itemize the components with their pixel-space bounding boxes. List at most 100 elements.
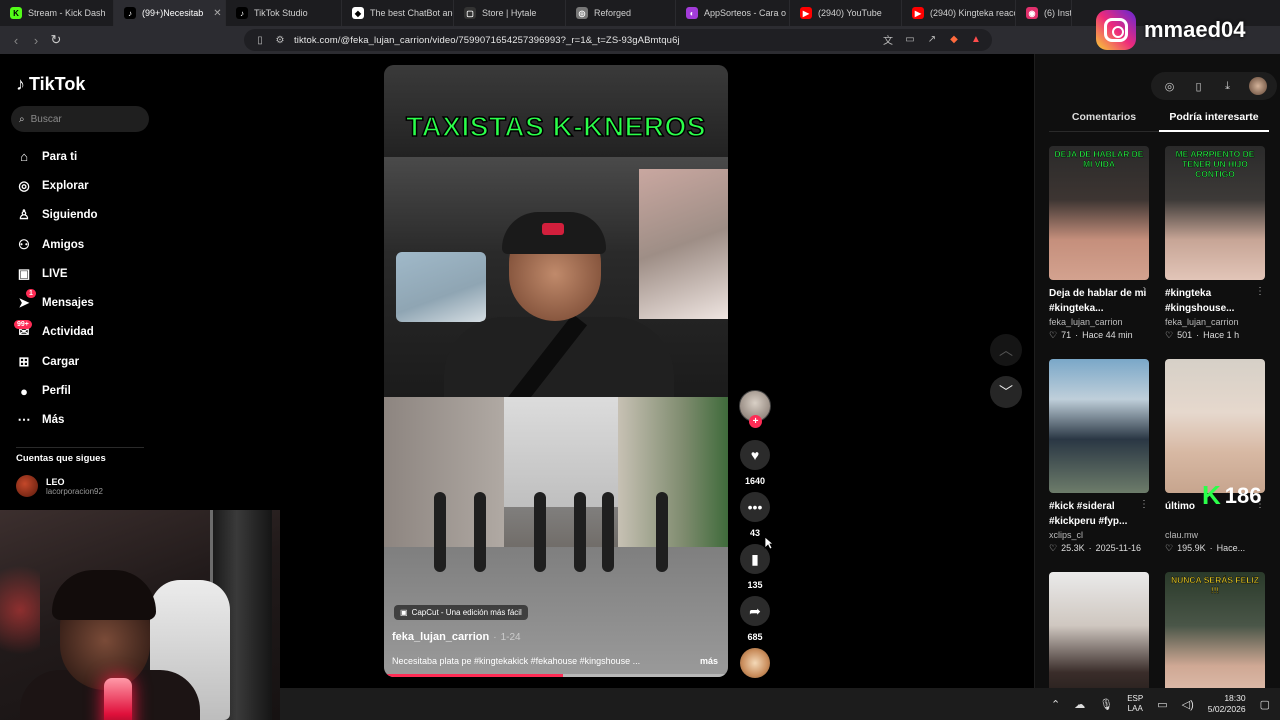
video-progress-fill [384, 674, 563, 677]
share-button[interactable]: ➦ [740, 596, 770, 626]
avatar[interactable] [1248, 77, 1267, 95]
heart-outline-icon: ♡ [1165, 330, 1174, 340]
stats-separator: · [1209, 543, 1213, 553]
sidebar-item-mensajes[interactable]: ➤ Mensajes 1 [16, 288, 156, 317]
back-icon[interactable]: ‹ [6, 30, 26, 50]
forward-icon[interactable]: › [26, 30, 46, 50]
video-thumbnail[interactable]: DEJA DE HABLAR DE MI VIDA [1049, 146, 1149, 280]
recommended-video-card[interactable]: NUNCA SERÁS FELIZ !!! [1165, 572, 1265, 706]
card-author[interactable]: xclips_cl [1049, 530, 1149, 540]
browser-tab[interactable]: ◎ Reforged [566, 0, 676, 26]
sidebar-item-cargar[interactable]: ⊞ Cargar [16, 347, 156, 376]
mobile-icon[interactable]: ▯ [1191, 78, 1207, 94]
recommended-video-card[interactable]: último clau.mw ♡ 195.9K · Hace... ⋮ [1165, 359, 1265, 554]
video-progress-bar[interactable] [384, 674, 728, 677]
browser-tab[interactable]: ◐ AppSorteos - Cara o C [676, 0, 790, 26]
following-account-name: LEO [46, 476, 65, 487]
browser-tab[interactable]: ▶ (2940) Kingteka reacc [902, 0, 1016, 26]
compass-icon[interactable]: ◎ [1162, 78, 1178, 94]
video-thumbnail[interactable]: ME ARRPIENTO DE TENER UN HIJO CONTIGO [1165, 146, 1265, 280]
sidebar-item-siguiendo[interactable]: ♙ Siguiendo [16, 201, 156, 230]
share-icon[interactable]: ↗ [926, 33, 938, 45]
screen: K Stream - Kick Dash ♪ (99+)Necesitab ✕ ♪ TikT… [0, 0, 1280, 720]
tab-label: Stream - Kick Dash [28, 8, 106, 18]
next-video-button[interactable]: ﹀ [990, 376, 1022, 408]
network-icon[interactable]: ▭ [1157, 698, 1167, 711]
recommended-video-card[interactable]: DEJA DE HABLAR DE MI VIDA Deja de hablar … [1049, 146, 1149, 341]
browser-tab[interactable]: ▢ Store | Hytale [454, 0, 566, 26]
following-account-item[interactable]: LEO lacorporacion92 [16, 475, 103, 497]
recommended-video-card[interactable]: #kick #sideral #kickperu #fyp... xclips_c… [1049, 359, 1149, 554]
comment-button[interactable]: ••• [740, 492, 770, 522]
sidebar-item-para-ti[interactable]: ⌂ Para ti [16, 142, 156, 171]
browser-tab[interactable]: ♪ TikTok Studio [226, 0, 342, 26]
lang-top: ESP [1127, 694, 1144, 703]
microphone-icon[interactable]: 🎙 [1099, 698, 1113, 711]
previous-video-button[interactable]: ︿ [990, 334, 1022, 366]
brave-shield-icon[interactable]: ◆ [948, 33, 960, 45]
tiktok-logo[interactable]: ♪ TikTok [16, 74, 85, 95]
address-actions: 文 ▭ ↗ ◆ ▲ [882, 33, 982, 47]
clock[interactable]: 18:30 5/02/2026 [1208, 693, 1246, 715]
tab-comentarios[interactable]: Comentarios [1049, 110, 1159, 131]
heart-outline-icon: ♡ [1049, 543, 1058, 553]
sidebar-item-explorar[interactable]: ◎ Explorar [16, 171, 156, 200]
video-thumbnail[interactable] [1049, 572, 1149, 706]
tab-label: Store | Hytale [482, 8, 537, 18]
tab-favicon-icon: K [10, 7, 22, 19]
translate-icon[interactable]: 文 [882, 33, 894, 47]
sidebar-item-perfil[interactable]: ● Perfil [16, 376, 156, 405]
recommended-video-card[interactable]: ME ARRPIENTO DE TENER UN HIJO CONTIGO #ki… [1165, 146, 1265, 341]
recommended-video-card[interactable] [1049, 572, 1149, 706]
browser-tab[interactable]: K Stream - Kick Dash [0, 0, 114, 26]
site-info-icon[interactable]: ⚙ [274, 34, 286, 46]
like-button[interactable]: ♥ [740, 440, 770, 470]
more-options-icon[interactable]: ⋮ [1139, 499, 1149, 510]
video-player[interactable]: TAXISTAS K-KNEROS ▣ CapCut - Una edición… [384, 65, 728, 677]
music-disc[interactable] [740, 648, 770, 678]
browser-tab[interactable]: ♪ (99+)Necesitab ✕ [114, 0, 226, 26]
address-bar[interactable]: ▯ ⚙ tiktok.com/@feka_lujan_carrion/video… [244, 29, 992, 51]
close-tab-icon[interactable]: ✕ [213, 8, 221, 19]
browser-tab-bar: K Stream - Kick Dash ♪ (99+)Necesitab ✕ ♪ TikT… [0, 0, 1280, 26]
sidebar-item-live[interactable]: ▣ LIVE [16, 259, 156, 288]
rewards-icon[interactable]: ▲ [970, 33, 982, 45]
chevron-up-icon[interactable]: ⌃ [1051, 698, 1060, 711]
browser-tab[interactable]: ◆ The best ChatBot and [342, 0, 454, 26]
sidebar-item-amigos[interactable]: ⚇ Amigos [16, 230, 156, 259]
card-author[interactable]: feka_lujan_carrion [1049, 317, 1149, 327]
more-options-icon[interactable]: ⋮ [1255, 286, 1265, 297]
sidebar-divider [16, 447, 144, 448]
follow-plus-icon[interactable]: + [749, 415, 762, 428]
card-author[interactable]: feka_lujan_carrion [1165, 317, 1265, 327]
sidebar-item-actividad[interactable]: ✉ Actividad 99+ [14, 318, 156, 347]
volume-icon[interactable]: ◁) [1182, 698, 1194, 711]
reload-icon[interactable]: ↻ [46, 30, 66, 50]
video-scene-driver [384, 157, 728, 420]
capcut-badge[interactable]: ▣ CapCut - Una edición más fácil [394, 605, 528, 620]
sidebar-item-m-s[interactable]: ⋯ Más [16, 406, 156, 435]
video-thumbnail[interactable] [1165, 359, 1265, 493]
language-indicator[interactable]: ESP LAA [1127, 694, 1143, 714]
search-input[interactable]: ⌕ Buscar [11, 106, 149, 132]
clock-date: 5/02/2026 [1207, 704, 1246, 714]
browser-tab[interactable]: ◉ (6) Instagram [1016, 0, 1072, 26]
video-thumbnail[interactable] [1049, 359, 1149, 493]
reader-icon[interactable]: ▭ [904, 33, 916, 45]
cloud-icon[interactable]: ☁ [1074, 698, 1085, 711]
bookmark-icon[interactable]: ▯ [254, 34, 266, 46]
download-icon[interactable]: ⤓ [1220, 78, 1236, 94]
video-author[interactable]: feka_lujan_carrion [392, 631, 489, 643]
notification-badge: 99+ [14, 319, 32, 329]
browser-tab[interactable]: ▶ (2940) YouTube [790, 0, 902, 26]
notifications-icon[interactable]: ▢ [1260, 698, 1270, 711]
caption-more-link[interactable]: más [700, 656, 718, 666]
tab-podria-interesarte[interactable]: Podría interesarte [1159, 110, 1269, 132]
tab-label: The best ChatBot and [370, 8, 454, 18]
sidebar-nav: ⌂ Para ti ◎ Explorar ♙ Siguiendo ⚇ Amigos ▣ LIVE ➤… [14, 142, 156, 435]
instagram-overlay: mmaed04 [1096, 6, 1280, 54]
video-thumbnail[interactable]: NUNCA SERÁS FELIZ !!! [1165, 572, 1265, 706]
more-options-icon[interactable]: ⋮ [1139, 286, 1149, 297]
card-author[interactable]: clau.mw [1165, 530, 1265, 540]
save-count: 135 [747, 580, 763, 590]
